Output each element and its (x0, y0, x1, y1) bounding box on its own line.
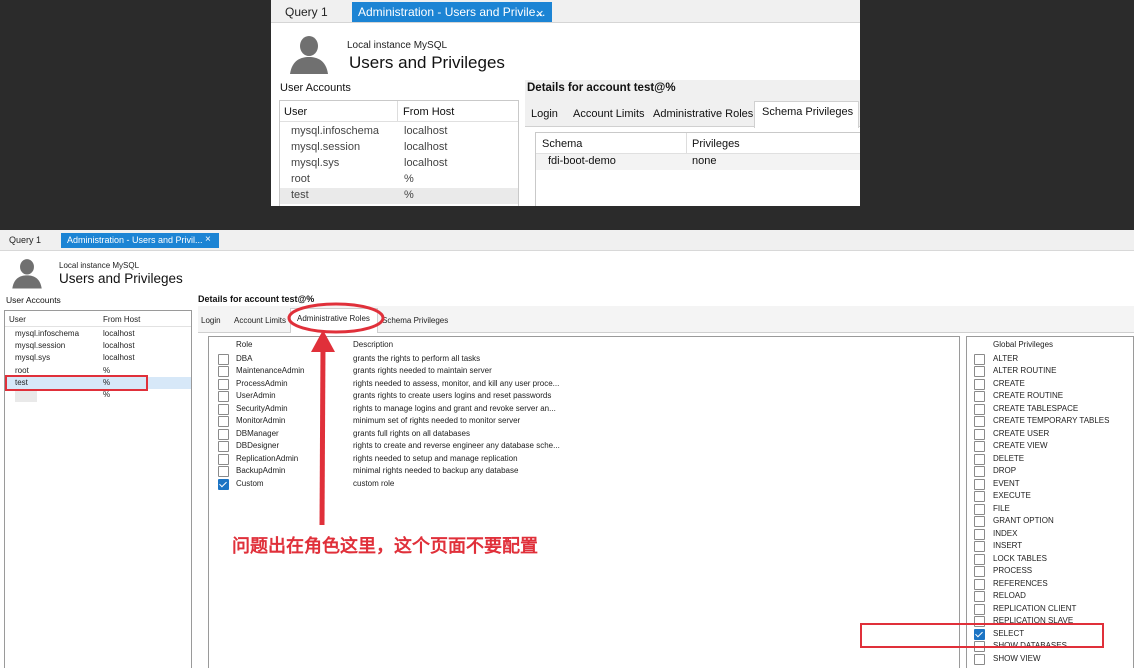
account-user: root (291, 173, 310, 185)
top-screenshot: Query 1 Administration - Users and Privi… (271, 0, 860, 206)
tab-bar: Query 1 Administration - Users and Privi… (271, 0, 860, 23)
account-row-selected[interactable]: test % (280, 188, 518, 204)
column-user[interactable]: User (284, 106, 307, 118)
tab-administration[interactable]: Administration - Users and Privile... (352, 2, 552, 22)
annotation-text: 问题出在角色这里，这个页面不要配置 (232, 536, 538, 556)
account-host: localhost (404, 157, 448, 169)
account-host: % (404, 173, 414, 185)
account-row[interactable]: root % (280, 172, 518, 188)
user-accounts-label: User Accounts (280, 82, 351, 94)
column-privileges[interactable]: Privileges (692, 138, 740, 150)
arrow-shaft (319, 345, 326, 526)
column-schema[interactable]: Schema (542, 138, 582, 150)
account-host: % (404, 189, 414, 201)
account-host: localhost (404, 125, 448, 137)
account-row[interactable]: mysql.infoschema localhost (280, 124, 518, 140)
close-icon[interactable]: × (536, 6, 544, 21)
schema-row[interactable]: fdi-boot-demo none (536, 154, 860, 170)
schema-privileges-table[interactable]: Schema Privileges fdi-boot-demo none (535, 132, 860, 206)
column-from-host[interactable]: From Host (403, 106, 454, 118)
annotation-overlay (287, 302, 385, 526)
tab-schema-privileges[interactable]: Schema Privileges (762, 106, 853, 118)
detail-tab-bar: Login Account Limits Administrative Role… (525, 100, 860, 128)
schema-privileges-value: none (692, 155, 717, 167)
tab-label: Administration - Users and Privile... (358, 5, 546, 19)
page-title: Users and Privileges (349, 53, 505, 72)
details-title: Details for account test@% (527, 82, 676, 94)
header-subtitle: Local instance MySQL (347, 40, 448, 51)
account-user: mysql.infoschema (291, 125, 380, 137)
account-row[interactable]: mysql.session localhost (280, 140, 518, 156)
tab-login[interactable]: Login (531, 108, 558, 120)
account-row[interactable]: mysql.sys localhost (280, 156, 518, 172)
account-user: test (291, 189, 309, 201)
highlight-ellipse (287, 302, 385, 334)
account-user: mysql.session (291, 141, 361, 153)
schema-name: fdi-boot-demo (548, 155, 616, 167)
account-user: mysql.sys (291, 157, 340, 169)
tab-administrative-roles[interactable]: Administrative Roles (653, 108, 753, 120)
account-host: localhost (404, 141, 448, 153)
user-avatar-icon (290, 36, 328, 74)
bottom-screenshot: Query 1 Administration - Users and Privi… (0, 230, 1134, 668)
tab-query-1[interactable]: Query 1 (279, 2, 349, 22)
user-accounts-list[interactable]: User From Host mysql.infoschema localhos… (279, 100, 519, 206)
tab-account-limits[interactable]: Account Limits (573, 108, 645, 120)
